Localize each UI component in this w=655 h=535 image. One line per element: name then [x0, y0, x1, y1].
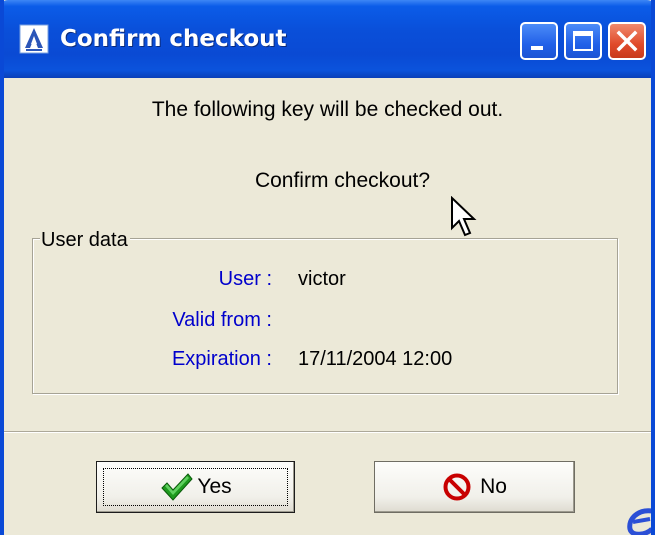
close-icon [616, 30, 638, 52]
close-button[interactable] [608, 22, 646, 60]
no-button[interactable]: No [374, 461, 575, 513]
minimize-icon [531, 46, 543, 50]
user-label: User : [218, 268, 272, 290]
separator [4, 431, 651, 433]
expiration-label: Expiration : [171, 348, 272, 370]
title-bar[interactable]: Confirm checkout [4, 0, 651, 78]
message-text: The following key will be checked out. [151, 98, 504, 121]
yes-label: Yes [197, 475, 232, 498]
user-value: victor [298, 268, 346, 290]
watermark-logo-icon [627, 508, 651, 535]
confirm-question: Confirm checkout? [254, 169, 431, 192]
dialog-window: Confirm checkout The following key will … [0, 0, 655, 535]
expiration-value: 17/11/2004 12:00 [298, 348, 453, 370]
mouse-cursor-icon [451, 196, 477, 237]
maximize-icon [573, 31, 593, 51]
app-icon [19, 24, 49, 54]
window-title: Confirm checkout [60, 26, 287, 52]
checkmark-icon [161, 473, 194, 501]
maximize-button[interactable] [564, 22, 602, 60]
no-label: No [480, 475, 507, 498]
no-entry-icon [443, 473, 471, 501]
minimize-button[interactable] [520, 22, 558, 60]
user-data-group-label: User data [40, 228, 130, 252]
yes-button[interactable]: Yes [96, 461, 295, 513]
valid-from-label: Valid from : [172, 309, 272, 331]
